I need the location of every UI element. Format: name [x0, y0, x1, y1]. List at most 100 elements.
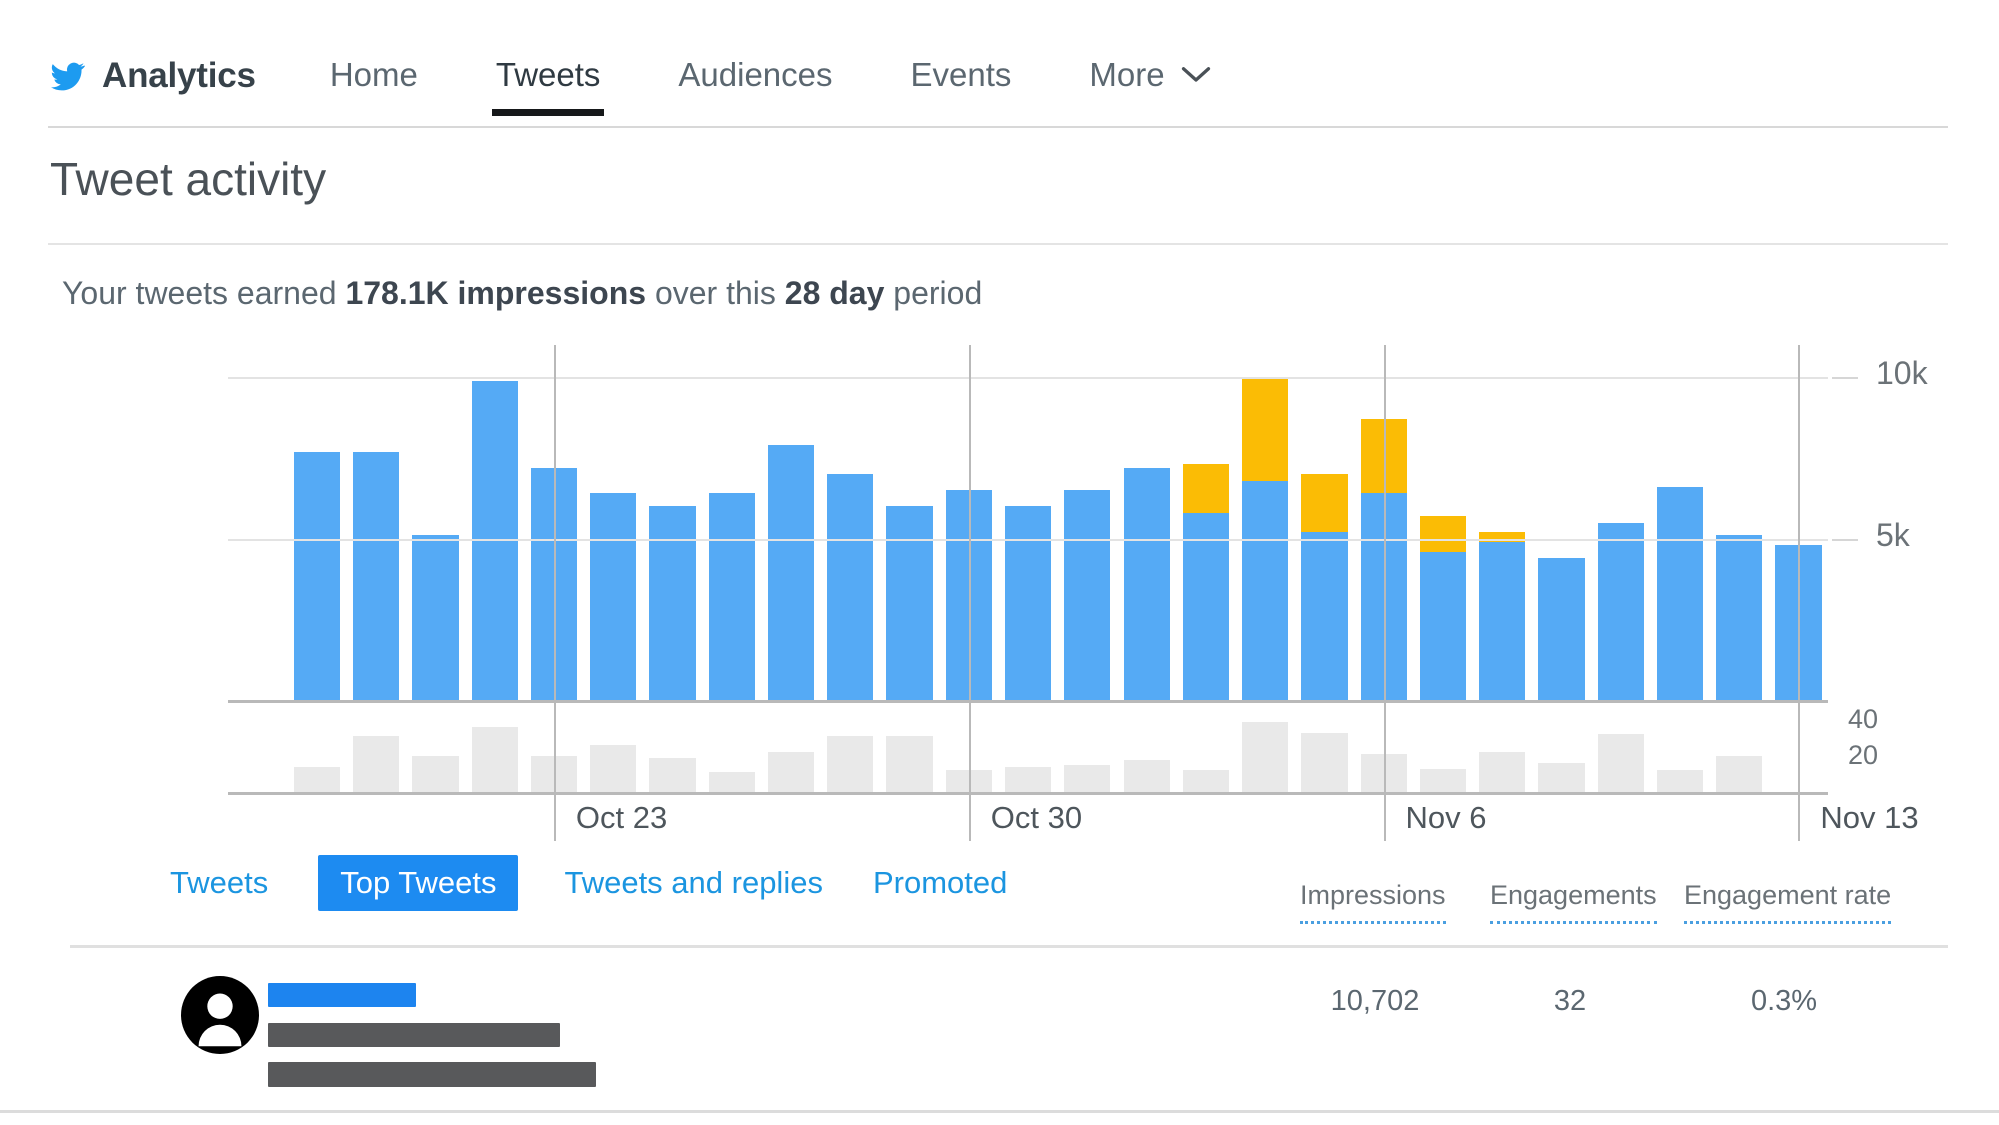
impressions-bar[interactable]	[1532, 345, 1591, 700]
bar-segment-promoted	[1301, 474, 1347, 532]
engagement-bar[interactable]	[465, 702, 524, 792]
engagement-bar[interactable]	[1176, 702, 1235, 792]
engagement-bar[interactable]	[584, 702, 643, 792]
tab-top-tweets[interactable]: Top Tweets	[318, 855, 518, 911]
engagements-bars	[228, 702, 1828, 792]
twitter-bird-icon	[48, 59, 88, 93]
y-axis-label-5k: 5k	[1876, 517, 1910, 554]
engagement-bar-fill	[1301, 733, 1347, 792]
impressions-bar[interactable]	[228, 345, 287, 700]
y-axis-label-10k: 10k	[1876, 355, 1928, 392]
week-separator-engagements	[554, 702, 556, 792]
week-separator-engagements	[1798, 702, 1800, 792]
engagement-bar[interactable]	[1650, 702, 1709, 792]
impressions-bar[interactable]	[821, 345, 880, 700]
impressions-bar[interactable]	[1117, 345, 1176, 700]
x-axis-label-nov-13: Nov 13	[1820, 800, 1918, 836]
engagement-bar[interactable]	[702, 702, 761, 792]
week-separator	[969, 345, 971, 700]
tab-tweets[interactable]: Tweets	[170, 855, 268, 911]
redacted-tweet-line-1	[268, 1023, 560, 1047]
impressions-bar[interactable]	[643, 345, 702, 700]
engagements-plot: 4020	[228, 702, 1828, 795]
impressions-bar[interactable]	[465, 345, 524, 700]
engagement-bar[interactable]	[1473, 702, 1532, 792]
impressions-bar[interactable]	[998, 345, 1057, 700]
impressions-bar[interactable]	[1710, 345, 1769, 700]
top-tweet-row[interactable]	[0, 960, 1999, 1100]
bar-segment-organic	[1301, 532, 1347, 700]
engagement-bar[interactable]	[1236, 702, 1295, 792]
nav-item-audiences[interactable]: Audiences	[678, 56, 832, 114]
metric-header-engagements[interactable]: Engagements	[1490, 880, 1657, 924]
engagement-bar[interactable]	[1413, 702, 1472, 792]
x-axis-label-oct-30: Oct 30	[991, 800, 1082, 836]
engagement-bar[interactable]	[880, 702, 939, 792]
impressions-bar[interactable]	[1295, 345, 1354, 700]
impressions-bar[interactable]	[1236, 345, 1295, 700]
nav-item-events[interactable]: Events	[911, 56, 1012, 114]
impressions-bar[interactable]	[347, 345, 406, 700]
engagement-bar-fill	[827, 736, 873, 792]
engagement-bar[interactable]	[347, 702, 406, 792]
engagement-bar[interactable]	[1710, 702, 1769, 792]
nav-item-more[interactable]: More	[1089, 56, 1210, 114]
impressions-bar[interactable]	[761, 345, 820, 700]
impressions-bar[interactable]	[1591, 345, 1650, 700]
impressions-bar[interactable]	[584, 345, 643, 700]
engagement-bar-fill	[1183, 770, 1229, 792]
metric-header-engagement-rate[interactable]: Engagement rate	[1684, 880, 1891, 924]
y-tick-5k	[1832, 539, 1858, 541]
bar-segment-organic	[294, 452, 340, 701]
engagement-bar[interactable]	[761, 702, 820, 792]
impressions-bar[interactable]	[1413, 345, 1472, 700]
engagement-bar[interactable]	[406, 702, 465, 792]
engagement-bar[interactable]	[643, 702, 702, 792]
nav-item-tweets[interactable]: Tweets	[496, 56, 601, 114]
tab-promoted[interactable]: Promoted	[873, 855, 1007, 911]
nav-more-label: More	[1089, 56, 1164, 94]
engagement-bar[interactable]	[1591, 702, 1650, 792]
engagement-bar[interactable]	[228, 702, 287, 792]
engagement-bar[interactable]	[287, 702, 346, 792]
impressions-bar[interactable]	[1473, 345, 1532, 700]
gridline-10k	[228, 377, 1828, 379]
engagement-bar[interactable]	[821, 702, 880, 792]
engagement-bar[interactable]	[1117, 702, 1176, 792]
week-separator	[554, 345, 556, 700]
impressions-bar[interactable]	[702, 345, 761, 700]
metric-header-engagements-wrap: Engagements	[1490, 880, 1657, 924]
x-tick	[1384, 795, 1386, 841]
metric-header-impressions[interactable]: Impressions	[1300, 880, 1446, 924]
engagement-bar[interactable]	[1058, 702, 1117, 792]
bar-segment-organic	[1420, 552, 1466, 700]
impressions-bar[interactable]	[406, 345, 465, 700]
bar-segment-organic	[1538, 558, 1584, 700]
metric-header-impressions-wrap: Impressions	[1300, 880, 1446, 924]
bar-segment-organic	[590, 493, 636, 700]
bar-segment-organic	[649, 506, 695, 700]
impressions-bar[interactable]	[287, 345, 346, 700]
engagement-bar[interactable]	[998, 702, 1057, 792]
redacted-account-name	[268, 983, 416, 1007]
impressions-bar[interactable]	[1176, 345, 1235, 700]
engagement-bar-fill	[412, 756, 458, 792]
impressions-bar[interactable]	[880, 345, 939, 700]
bar-segment-organic	[1124, 468, 1170, 700]
engagement-bar[interactable]	[1295, 702, 1354, 792]
week-separator	[1798, 345, 1800, 700]
brand-logo[interactable]: Analytics	[48, 56, 256, 114]
tab-tweets-and-replies[interactable]: Tweets and replies	[564, 855, 822, 911]
x-axis-label-nov-6: Nov 6	[1406, 800, 1487, 836]
bar-segment-organic	[827, 474, 873, 700]
engagement-bar-fill	[1479, 752, 1525, 792]
bar-segment-organic	[1598, 523, 1644, 701]
engagement-bar[interactable]	[1532, 702, 1591, 792]
nav-item-home[interactable]: Home	[330, 56, 418, 114]
bar-segment-organic	[1657, 487, 1703, 700]
impressions-bar[interactable]	[1058, 345, 1117, 700]
engagement-bar-fill	[649, 758, 695, 792]
impressions-bar[interactable]	[1650, 345, 1709, 700]
brand-name: Analytics	[102, 56, 256, 96]
impressions-summary: Your tweets earned 178.1K impressions ov…	[62, 275, 982, 312]
